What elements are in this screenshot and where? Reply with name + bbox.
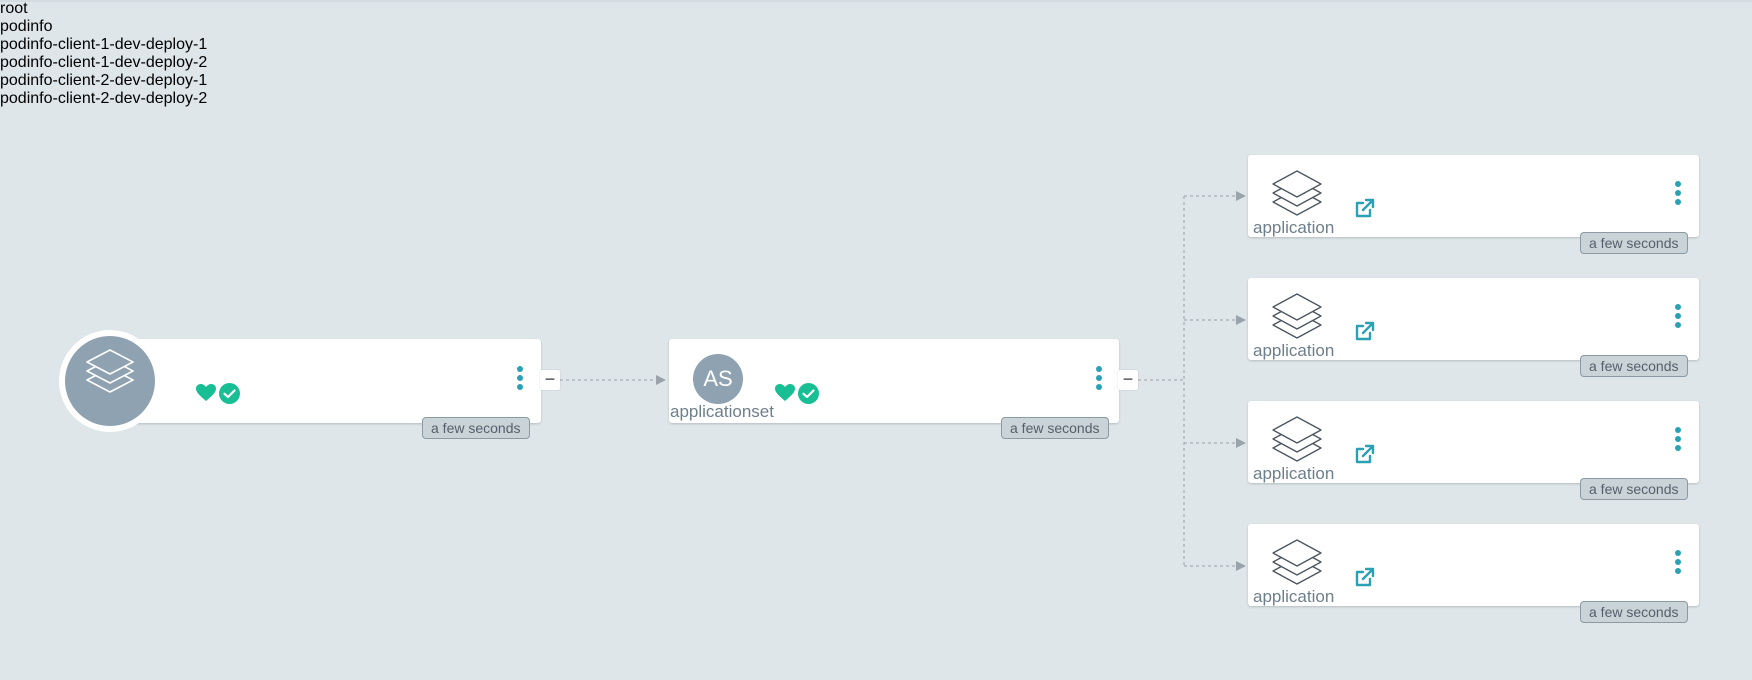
layers-icon <box>1272 170 1322 216</box>
check-circle-icon <box>798 382 819 404</box>
root-collapse-button[interactable]: − <box>540 370 560 390</box>
application-menu-button[interactable] <box>1673 304 1683 332</box>
podinfo-menu-button[interactable] <box>1094 366 1104 394</box>
podinfo-age-badge: a few seconds <box>1001 417 1109 439</box>
root-node-card[interactable] <box>110 339 541 423</box>
application-age-badge: a few seconds <box>1580 232 1688 254</box>
application-kind-label: application <box>1253 341 1335 360</box>
application-menu-button[interactable] <box>1673 427 1683 455</box>
layers-icon <box>1272 416 1322 462</box>
root-age-badge: a few seconds <box>422 417 530 439</box>
heart-icon <box>196 384 216 401</box>
layers-icon <box>86 349 134 393</box>
external-link-icon[interactable] <box>1354 197 1376 219</box>
application-menu-button[interactable] <box>1673 550 1683 578</box>
root-app-icon <box>59 330 161 432</box>
layers-icon <box>1272 293 1322 339</box>
application-kind-label: application <box>1253 464 1335 483</box>
application-age-badge: a few seconds <box>1580 355 1688 377</box>
check-circle-icon <box>219 382 240 404</box>
heart-icon <box>775 384 795 401</box>
application-kind-label: application <box>1253 587 1335 606</box>
root-status <box>196 382 240 404</box>
external-link-icon[interactable] <box>1354 443 1376 465</box>
application-kind-label: application <box>1253 218 1335 237</box>
applicationset-avatar-text: AS <box>703 366 733 391</box>
applicationset-kind-label: applicationset <box>670 402 774 421</box>
podinfo-status <box>775 382 819 404</box>
external-link-icon[interactable] <box>1354 566 1376 588</box>
application-age-badge: a few seconds <box>1580 478 1688 500</box>
root-menu-button[interactable] <box>515 366 525 394</box>
application-age-badge: a few seconds <box>1580 601 1688 623</box>
application-menu-button[interactable] <box>1673 181 1683 209</box>
external-link-icon[interactable] <box>1354 320 1376 342</box>
layers-icon <box>1272 539 1322 585</box>
podinfo-collapse-button[interactable]: − <box>1118 370 1138 390</box>
